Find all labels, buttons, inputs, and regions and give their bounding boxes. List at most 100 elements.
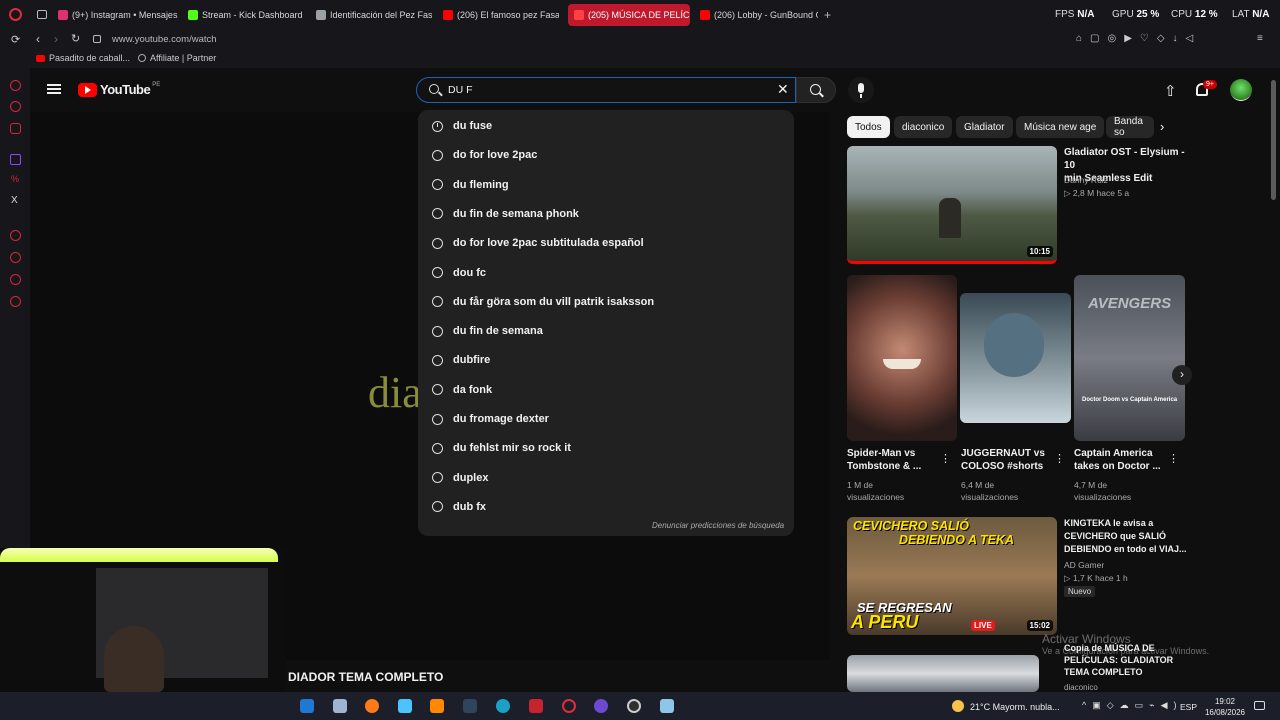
url-field[interactable]: www.youtube.com/watch [112,34,217,45]
upload-icon[interactable]: ⇧ [1164,82,1177,100]
history-icon[interactable] [10,252,21,263]
short-thumbnail-2[interactable] [960,293,1071,423]
channel-name[interactable]: Danny Ruiz [1064,174,1108,186]
more-options-icon[interactable]: ⋮ [940,452,951,465]
chrome-icon[interactable] [627,699,641,713]
toolbar-extension-icons[interactable]: ⌂▢◎▶♡◇↓◁ [1076,33,1201,44]
short-title[interactable]: Spider-Man vs Tombstone & ... [847,447,937,473]
instagram-icon[interactable] [10,123,21,134]
tab-musica-peliculas[interactable]: (205) MÚSICA DE PELÍCUL [568,4,690,26]
clear-search-icon[interactable]: ✕ [777,81,789,98]
search-icon [432,237,443,249]
vlc-icon[interactable] [430,699,444,713]
short-thumbnail-1[interactable] [847,275,957,441]
short-thumbnail-3[interactable]: AVENGERS Doctor Doom vs Captain America [1074,275,1185,441]
player-icon[interactable] [10,230,21,241]
featured-video-thumbnail[interactable]: 10:15 [847,146,1057,264]
reload-button[interactable]: ↻ [71,32,80,45]
back-button[interactable]: ‹ [36,32,40,46]
search-icon [432,442,443,454]
search-button[interactable] [796,77,836,103]
video-thumbnail-3[interactable] [847,655,1039,692]
forward-button[interactable]: › [54,32,58,46]
short-views: 4,7 M de visualizaciones [1074,480,1132,502]
date: 16/08/2026 [1204,708,1246,717]
suggestion-item[interactable]: du fehlst mir so rock it [432,437,571,459]
suggestion-item[interactable]: du får göra som du vill patrik isaksson [432,291,654,313]
game-icon[interactable] [529,699,543,713]
tab-pez-fasac[interactable]: (206) El famoso pez Fasac [443,4,559,26]
outlook-icon[interactable] [300,699,314,713]
short-title[interactable]: Captain America takes on Doctor ... [1074,447,1164,473]
webcam-overlay [0,548,286,692]
edge-icon[interactable] [496,699,510,713]
avatar[interactable] [1230,79,1252,101]
tab-manager-icon[interactable] [37,10,47,19]
menu-icon[interactable]: ≡ [1257,33,1263,44]
firefox-icon[interactable] [365,699,379,713]
store-icon[interactable] [398,699,412,713]
twitch-icon[interactable] [10,154,21,165]
tab-kick[interactable]: Stream - Kick Dashboard [188,4,306,26]
search-box[interactable]: DU F ✕ [416,77,796,103]
opera-logo-icon[interactable] [9,8,22,21]
video-thumbnail-2[interactable]: CEVICHERO SALIÓ DEBIENDO A TEKA SE REGRES… [847,517,1057,635]
more-options-icon[interactable]: ⋮ [1054,452,1065,465]
suggestion-item[interactable]: duplex [432,467,488,489]
bookmark-item[interactable]: Affiliate | Partner [138,53,216,63]
more-options-icon[interactable]: ⋮ [1168,452,1179,465]
report-predictions-link[interactable]: Denunciar predicciones de búsqueda [652,521,784,530]
x-twitter-icon[interactable]: X [11,195,18,206]
notification-center-icon[interactable] [1254,701,1265,710]
weather-text[interactable]: 21°C Mayorm. nubla... [970,702,1060,712]
suggestion-item[interactable]: do for love 2pac [432,144,537,166]
youtube-logo[interactable]: YouTube PE [78,82,160,97]
kick-icon [188,10,198,20]
suggestion-item[interactable]: du fromage dexter [432,408,549,430]
hamburger-menu-icon[interactable] [47,84,61,94]
suggestion-item[interactable]: dou fc [432,262,486,284]
search-icon [432,501,443,513]
messenger-icon[interactable] [10,101,21,112]
chip-todos[interactable]: Todos [847,116,890,138]
chip-banda-sonora[interactable]: Banda so [1106,116,1154,138]
suggestion-item[interactable]: da fonk [432,379,492,401]
video-title[interactable]: KINGTEKA le avisa a CEVICHERO que SALIÓ … [1064,517,1189,556]
suggestion-item[interactable]: do for love 2pac subtitulada español [432,232,644,254]
search-input[interactable]: DU F [448,84,473,96]
system-tray-icons[interactable]: ^▣◇☁▭⌁◀) [1082,700,1183,711]
notepad-icon[interactable] [333,699,347,713]
page-scrollbar[interactable] [1271,80,1276,200]
channel-name[interactable]: AD Gamer [1064,559,1104,571]
extensions-icon[interactable] [10,274,21,285]
suggestion-item[interactable]: du fuse [432,115,492,137]
tab-instagram[interactable]: (9+) Instagram • Mensajes [58,4,178,26]
bookmark-item[interactable]: Pasadito de caball... [36,53,130,63]
chip-gladiator[interactable]: Gladiator [956,116,1013,138]
settings-icon[interactable] [10,296,21,307]
chip-musica-new-age[interactable]: Música new age [1016,116,1105,138]
opera-taskbar-icon[interactable] [562,699,576,713]
shorts-next-button[interactable]: › [1172,365,1192,385]
tab-gunbound[interactable]: (206) Lobby - GunBound O [700,4,818,26]
suggestion-item[interactable]: du fleming [432,174,509,196]
obs-icon[interactable] [594,699,608,713]
suggestion-item[interactable]: du fin de semana [432,320,543,342]
reload-sync-icon[interactable]: ⟳ [11,33,20,46]
chip-diaconico[interactable]: diaconico [894,116,953,138]
suggestion-item[interactable]: du fin de semana phonk [432,203,579,225]
voice-search-button[interactable] [848,77,874,103]
suggestion-item[interactable]: dubfire [432,349,490,371]
home-icon[interactable] [10,80,21,91]
files-icon[interactable] [660,699,674,713]
short-title[interactable]: JUGGERNAUT vs COLOSO #shorts [961,447,1051,473]
suggestion-item[interactable]: dub fx [432,496,486,518]
chips-next-arrow-icon[interactable]: › [1160,119,1164,134]
clock[interactable]: 19:02 16/08/2026 [1203,696,1247,718]
new-tab-button[interactable]: + [824,8,831,22]
title-line: Captain America [1074,448,1153,459]
tab-identificacion[interactable]: Identificación del Pez Fasa [316,4,432,26]
language-indicator[interactable]: ESP [1180,702,1197,712]
steam-icon[interactable] [463,699,477,713]
percent-icon[interactable]: % [11,174,19,184]
